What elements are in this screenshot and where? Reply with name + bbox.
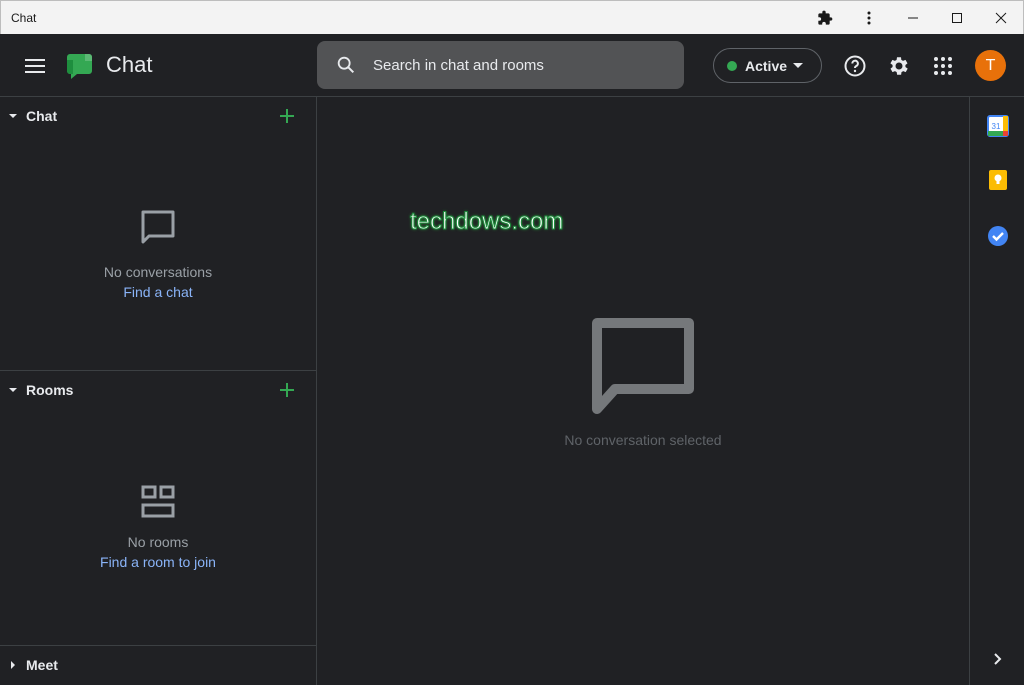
no-conversation-text: No conversation selected	[564, 432, 722, 448]
chat-bubble-icon	[141, 210, 175, 244]
caret-right-icon	[11, 661, 15, 669]
status-selector[interactable]: Active	[713, 48, 822, 83]
svg-text:31: 31	[992, 122, 1001, 131]
apps-grid-icon[interactable]	[930, 53, 956, 79]
add-chat-plus-icon[interactable]	[278, 107, 296, 125]
caret-down-icon	[9, 114, 17, 118]
search-icon	[335, 54, 357, 76]
chat-logo-icon	[64, 51, 94, 81]
window-titlebar: Chat	[0, 0, 1024, 34]
search-placeholder: Search in chat and rooms	[373, 56, 544, 74]
calendar-icon[interactable]: 31	[987, 115, 1009, 137]
status-label: Active	[745, 57, 788, 74]
add-room-plus-icon[interactable]	[278, 381, 296, 399]
caret-down-icon	[9, 388, 17, 392]
sidebar: Chat No conversations Find a chat Rooms	[0, 97, 317, 685]
help-icon[interactable]	[842, 53, 868, 79]
keep-icon[interactable]	[987, 169, 1009, 191]
window-title: Chat	[11, 10, 37, 25]
rooms-section-header[interactable]: Rooms	[0, 371, 316, 409]
meet-section-title: Meet	[26, 657, 58, 673]
find-a-chat-link[interactable]: Find a chat	[0, 284, 316, 300]
find-a-room-link[interactable]: Find a room to join	[0, 554, 316, 570]
close-icon[interactable]	[979, 2, 1023, 34]
maximize-icon[interactable]	[935, 2, 979, 34]
large-chat-bubble-icon	[592, 318, 694, 414]
chat-empty-title: No conversations	[103, 264, 213, 280]
chat-section-header[interactable]: Chat	[0, 97, 316, 135]
chevron-right-icon[interactable]	[987, 648, 1009, 670]
rooms-section-title: Rooms	[26, 382, 74, 398]
minimize-icon[interactable]	[891, 2, 935, 34]
status-dot	[727, 60, 737, 71]
settings-gear-icon[interactable]	[886, 53, 912, 79]
search-input[interactable]: Search in chat and rooms	[317, 41, 684, 89]
tasks-icon[interactable]	[987, 225, 1009, 247]
chat-section: Chat No conversations Find a chat	[0, 97, 316, 370]
top-bar: Chat Search in chat and rooms Active T	[0, 34, 1024, 97]
more-vert-icon[interactable]	[847, 2, 891, 34]
rooms-empty-state: No rooms Find a room to join	[0, 485, 316, 570]
watermark-text: techdows.com	[409, 208, 564, 236]
menu-icon[interactable]	[20, 53, 50, 79]
app: Chat Search in chat and rooms Active T C…	[0, 34, 1024, 685]
chat-section-title: Chat	[26, 108, 58, 124]
rooms-grid-icon	[141, 485, 175, 518]
app-name: Chat	[106, 52, 153, 77]
rooms-section: Rooms No rooms Find a room to join	[0, 371, 316, 645]
meet-section: Meet	[0, 646, 316, 685]
avatar[interactable]: T	[975, 50, 1006, 81]
rooms-empty-title: No rooms	[127, 534, 189, 550]
conversation-empty-state: No conversation selected	[317, 317, 969, 448]
main-panel: techdows.com No conversation selected	[317, 97, 969, 685]
extensions-icon[interactable]	[803, 2, 847, 34]
chat-empty-state: No conversations Find a chat	[0, 209, 316, 300]
chevron-down-icon	[793, 62, 804, 68]
meet-section-header[interactable]: Meet	[0, 646, 316, 684]
side-panel: 31	[969, 97, 1024, 685]
